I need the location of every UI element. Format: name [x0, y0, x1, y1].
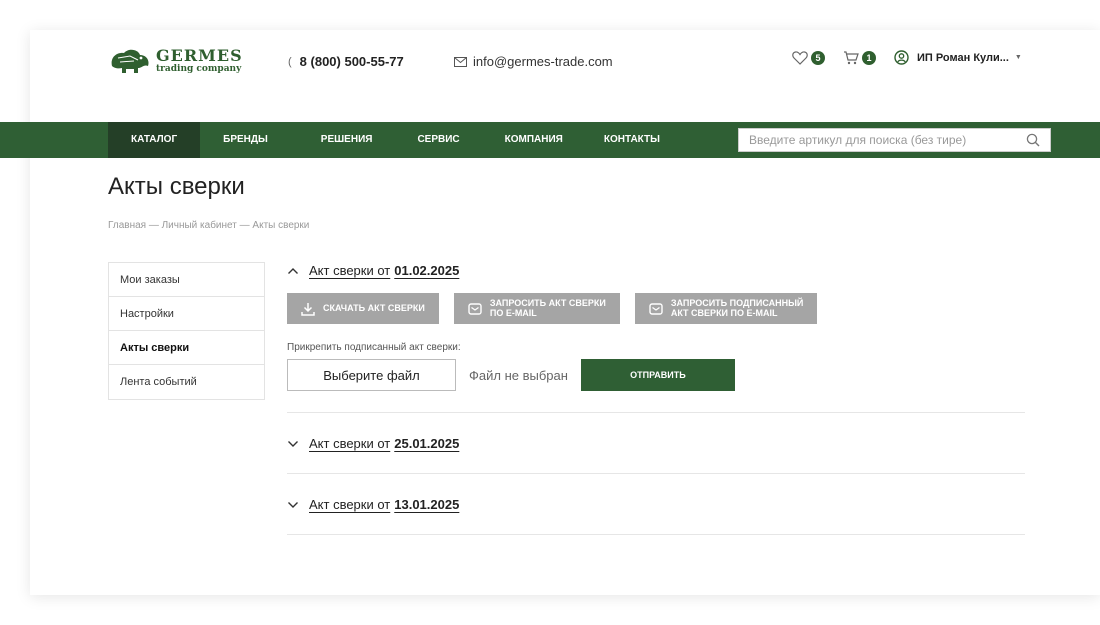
account-sidebar: Мои заказы Настройки Акты сверки Лента с… [108, 262, 265, 400]
envelope-icon [454, 56, 467, 67]
user-circle-icon [894, 50, 909, 65]
mail-icon [468, 302, 482, 315]
reconciliation-item-collapsed: Акт сверки от 25.01.2025 [287, 436, 1025, 451]
caret-down-icon: ▼ [1014, 54, 1022, 61]
divider [287, 534, 1025, 535]
request-signed-button[interactable]: ЗАПРОСИТЬ ПОДПИСАННЫЙ АКТ СВЕРКИ ПО E-MA… [634, 293, 818, 324]
logo-subtitle: trading company [156, 64, 242, 74]
download-icon [301, 302, 315, 316]
mail-icon [649, 302, 663, 315]
accordion-label: Акт сверки от [309, 263, 391, 278]
sidebar-item-orders[interactable]: Мои заказы [109, 263, 264, 297]
favorites-count-badge: 5 [811, 50, 825, 65]
main-navigation: КАТАЛОГ БРЕНДЫ РЕШЕНИЯ СЕРВИС КОМПАНИЯ К… [0, 122, 1100, 158]
accordion-label: Акт сверки от [309, 497, 391, 512]
user-menu[interactable]: ИП Роман Кули... ▼ [894, 50, 1022, 65]
reconciliation-item-expanded: Акт сверки от 01.02.2025 [287, 263, 1025, 278]
cart-icon [844, 50, 859, 64]
cart-count-badge: 1 [862, 50, 876, 65]
search-box [738, 128, 1051, 152]
logo[interactable]: GERMES trading company [108, 46, 243, 76]
reconciliation-item-collapsed: Акт сверки от 13.01.2025 [287, 497, 1025, 512]
choose-file-button[interactable]: Выберите файл [287, 359, 456, 391]
search-icon[interactable] [1026, 133, 1040, 147]
email-address: info@germes-trade.com [473, 54, 613, 69]
heart-icon [792, 50, 808, 65]
divider [287, 473, 1025, 474]
attach-label: Прикрепить подписанный акт сверки: [287, 342, 461, 353]
accordion-date: 25.01.2025 [394, 436, 460, 451]
divider [287, 412, 1025, 413]
cart-button[interactable]: 1 [843, 50, 876, 65]
chevron-down-icon [288, 501, 298, 508]
download-act-button[interactable]: СКАЧАТЬ АКТ СВЕРКИ [287, 293, 439, 324]
nav-item-solutions[interactable]: РЕШЕНИЯ [291, 122, 396, 158]
accordion-date: 01.02.2025 [394, 263, 460, 278]
top-header: GERMES trading company ( 8 (800) 500-55-… [30, 30, 1100, 92]
nav-item-catalog[interactable]: КАТАЛОГ [108, 122, 201, 158]
page-title: Акты сверки [108, 173, 245, 200]
phone-icon: ( [288, 55, 292, 68]
griffin-emblem-icon [111, 49, 149, 73]
sidebar-item-events[interactable]: Лента событий [109, 365, 264, 399]
nav-item-contacts[interactable]: КОНТАКТЫ [586, 122, 683, 158]
sidebar-item-reconciliation[interactable]: Акты сверки [109, 331, 264, 365]
user-name: ИП Роман Кули... [917, 51, 1009, 64]
accordion-header[interactable]: Акт сверки от 01.02.2025 [287, 263, 1025, 278]
logo-name: GERMES [156, 46, 243, 65]
accordion-header[interactable]: Акт сверки от 25.01.2025 [287, 436, 1025, 451]
chevron-down-icon [288, 440, 298, 447]
sidebar-item-settings[interactable]: Настройки [109, 297, 264, 331]
nav-item-service[interactable]: СЕРВИС [395, 122, 482, 158]
search-input[interactable] [749, 133, 1026, 147]
request-signed-line2: АКТ СВЕРКИ ПО E-MAIL [670, 307, 778, 318]
request-email-button[interactable]: ЗАПРОСИТЬ АКТ СВЕРКИ ПО E-MAIL [453, 293, 620, 324]
phone-link[interactable]: ( 8 (800) 500-55-77 [288, 54, 404, 69]
file-status-text: Файл не выбран [469, 367, 568, 383]
page-card: GERMES trading company ( 8 (800) 500-55-… [0, 30, 1100, 595]
nav-item-brands[interactable]: БРЕНДЫ [200, 122, 291, 158]
email-link[interactable]: info@germes-trade.com [454, 54, 613, 69]
phone-number: 8 (800) 500-55-77 [299, 54, 404, 69]
accordion-label: Акт сверки от [309, 436, 391, 451]
request-email-line2: ПО E-MAIL [489, 307, 537, 318]
accordion-header[interactable]: Акт сверки от 13.01.2025 [287, 497, 1025, 512]
chevron-up-icon [288, 267, 298, 274]
download-act-label: СКАЧАТЬ АКТ СВЕРКИ [323, 302, 425, 313]
nav-item-company[interactable]: КОМПАНИЯ [483, 122, 586, 158]
favorites-button[interactable]: 5 [792, 50, 825, 65]
accordion-date: 13.01.2025 [394, 497, 460, 512]
breadcrumb[interactable]: Главная — Личный кабинет — Акты сверки [108, 220, 309, 231]
send-button[interactable]: ОТПРАВИТЬ [580, 359, 735, 391]
